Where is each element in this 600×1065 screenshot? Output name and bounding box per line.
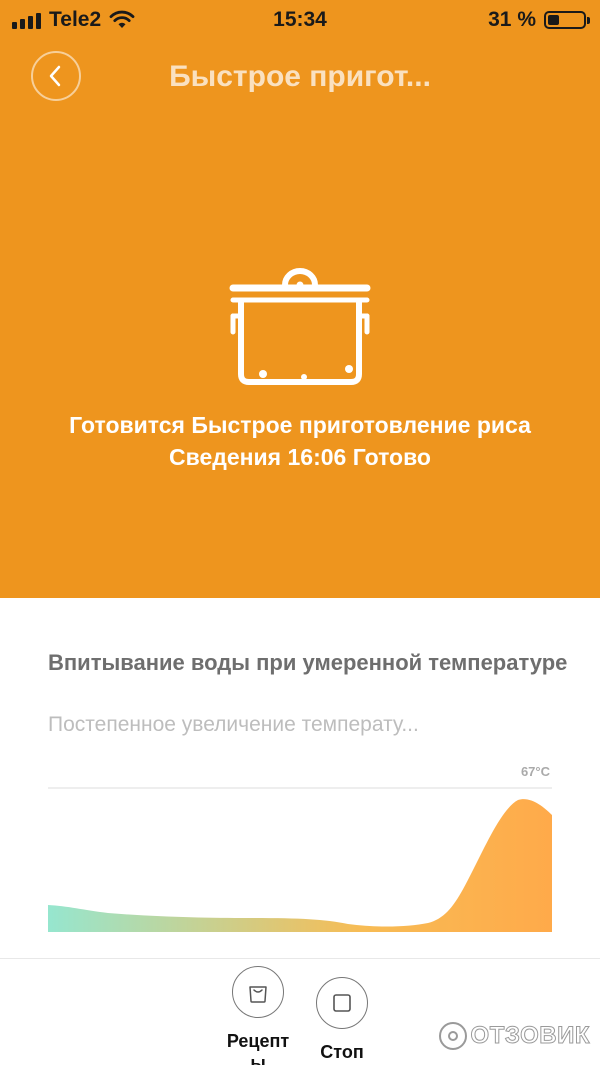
temperature-curve — [48, 787, 552, 932]
battery-level-fill — [548, 15, 559, 25]
battery-percent: 31 % — [488, 8, 536, 31]
recipes-button[interactable]: Рецепты — [222, 966, 294, 1065]
bag-icon — [249, 986, 267, 1003]
chevron-left-icon — [49, 65, 61, 87]
status-right: 31 % — [488, 8, 590, 32]
back-button[interactable] — [31, 51, 81, 101]
screen: Tele2 15:34 31 % Быстрое пригот... Готов… — [0, 0, 600, 1065]
ready-time-text: Сведения 16:06 Готово — [169, 444, 431, 470]
watermark-logo-icon — [438, 1022, 467, 1050]
stop-label: Стоп — [320, 1042, 364, 1062]
cooking-pot-icon — [229, 268, 371, 385]
battery-icon — [544, 11, 590, 29]
stage-description: Постепенное увеличение температу... — [48, 713, 419, 736]
watermark: ОТЗОВИК — [438, 1022, 590, 1050]
cooking-header-panel: Tele2 15:34 31 % Быстрое пригот... Готов… — [0, 0, 600, 598]
watermark-text: ОТЗОВИК — [470, 1022, 590, 1050]
recipes-icon-circle — [232, 966, 284, 1018]
recipes-label: Рецепты — [226, 1031, 290, 1065]
temperature-area — [48, 799, 552, 932]
temperature-chart: 67°C — [48, 760, 552, 935]
cooking-status-text: Готовится Быстрое приготовление риса — [69, 412, 531, 438]
status-bar: Tele2 15:34 31 % — [0, 0, 600, 40]
stage-title: Впитывание воды при умеренной температур… — [48, 650, 568, 675]
stop-button[interactable]: Стоп — [306, 977, 378, 1063]
stop-icon-circle — [316, 977, 368, 1029]
page-title: Быстрое пригот... — [169, 60, 431, 93]
stop-square-icon — [333, 994, 351, 1012]
